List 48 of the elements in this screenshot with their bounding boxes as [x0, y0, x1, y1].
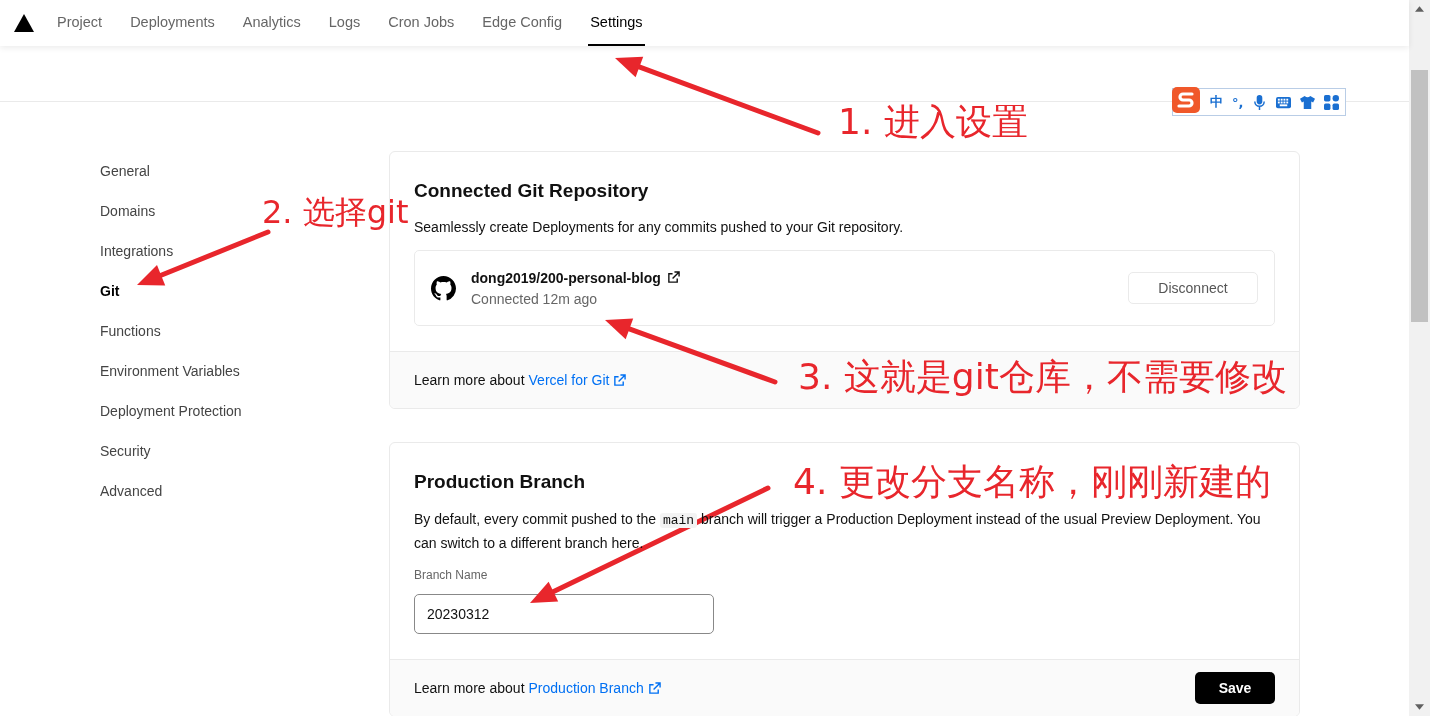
nav-tab[interactable]: Settings: [588, 0, 645, 46]
sidebar-item[interactable]: Git: [100, 271, 120, 311]
save-button[interactable]: Save: [1195, 672, 1275, 704]
footer-text: Learn more about: [414, 680, 525, 696]
connection-status: Connected 12m ago: [471, 290, 599, 307]
sidebar-item[interactable]: Environment Variables: [100, 351, 240, 391]
scroll-up-icon[interactable]: [1415, 6, 1424, 12]
field-label: Branch Name: [414, 568, 489, 582]
sidebar-item[interactable]: Integrations: [100, 231, 174, 271]
nav-tab[interactable]: Logs: [326, 0, 363, 46]
repository-link[interactable]: dong2019/200-personal-blog: [471, 269, 661, 286]
vercel-for-git-link[interactable]: Vercel for Git: [528, 372, 610, 388]
annotation-text: 2. 选择git: [262, 194, 409, 230]
ime-button[interactable]: °,: [1232, 94, 1244, 110]
annotation-text: 4. 更改分支名称，刚刚新建的: [793, 460, 1271, 504]
annotation-text: 1. 进入设置: [838, 100, 1028, 144]
grid-icon[interactable]: [1324, 94, 1340, 110]
external-link-icon[interactable]: [666, 271, 680, 284]
ime-button[interactable]: 中: [1210, 93, 1223, 111]
branch-name-field[interactable]: 20230312: [414, 594, 714, 634]
card-title: Connected Git Repository: [414, 179, 649, 203]
triangle-logo-icon[interactable]: [14, 14, 34, 32]
sidebar-item[interactable]: Advanced: [100, 471, 163, 511]
sidebar-item[interactable]: General: [100, 151, 150, 191]
production-branch-link[interactable]: Production Branch: [528, 680, 644, 696]
nav-tab[interactable]: Project: [55, 0, 105, 46]
shirt-icon[interactable]: [1300, 94, 1316, 110]
footer-text: Learn more about: [414, 372, 525, 388]
github-logo-icon: [431, 275, 456, 301]
nav-tab[interactable]: Cron Jobs: [386, 0, 457, 46]
microphone-icon[interactable]: [1252, 94, 1268, 110]
nav-tab[interactable]: Analytics: [240, 0, 303, 46]
card-description: Seamlessly create Deployments for any commits pushed to your Git repository.: [414, 218, 905, 237]
annotation-text: 3. 这就是git仓库，不需要修改: [798, 355, 1287, 399]
sidebar-item[interactable]: Domains: [100, 191, 156, 231]
nav-tab[interactable]: Edge Config: [480, 0, 565, 46]
nav-tab[interactable]: Deployments: [128, 0, 217, 46]
card-description: By default, every commit pushed to the main branch will trigger a Production Deployment instead of the usual Preview Deployment. You can switch to a different branch here.: [414, 510, 1262, 553]
scrollbar-thumb[interactable]: [1411, 70, 1428, 322]
card-title: Production Branch: [414, 470, 585, 494]
scroll-down-icon[interactable]: [1415, 704, 1424, 710]
keyboard-icon[interactable]: [1276, 94, 1292, 110]
disconnect-button[interactable]: Disconnect: [1128, 272, 1258, 304]
sidebar-item[interactable]: Security: [100, 431, 151, 471]
input-method-logo-icon[interactable]: [1171, 86, 1201, 114]
sidebar-item[interactable]: Deployment Protection: [100, 391, 242, 431]
sidebar-item[interactable]: Functions: [100, 311, 161, 351]
scrollbar[interactable]: [1409, 0, 1430, 716]
